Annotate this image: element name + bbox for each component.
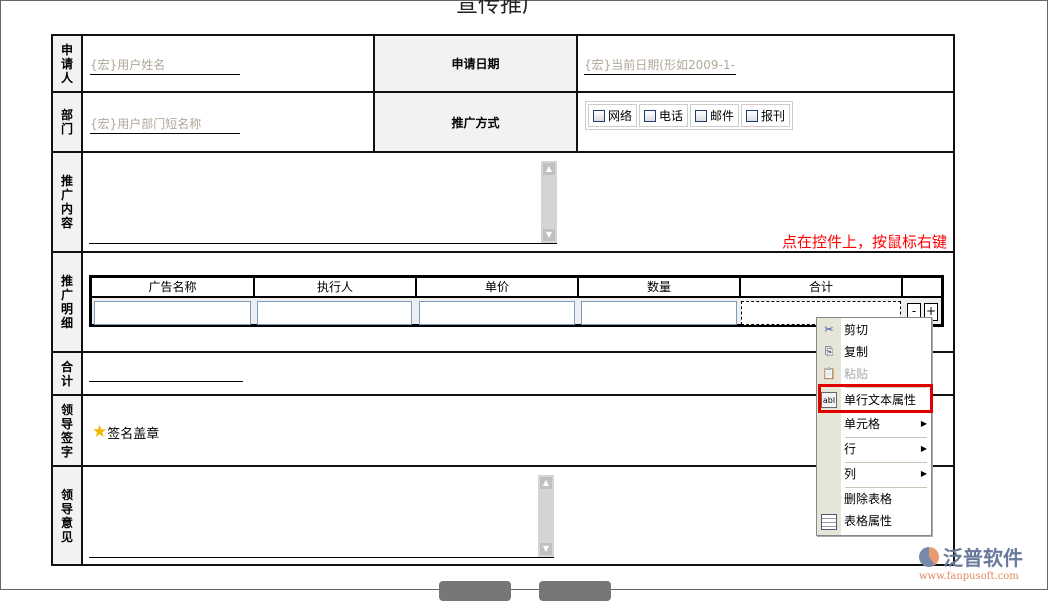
applicant-cell: {宏}用户姓名 [81,34,375,93]
star-icon: ★ [92,422,108,442]
copy-icon: ⎘ [824,345,834,358]
sign-label-cell: 领导签字 [51,394,83,467]
opinion-label-cell: 领导意见 [51,465,83,566]
applicant-label-cell: 申请人 [51,34,83,93]
menu-separator [845,462,927,463]
opinion-textarea[interactable]: ▲ ▼ [89,475,554,558]
column-header: 数量 [579,278,741,298]
menu-item-label: 列 [844,467,857,481]
quantity-input[interactable] [581,301,737,325]
column-header: 单价 [417,278,579,298]
content-label-cell: 推广内容 [51,151,83,253]
submenu-arrow-icon: ▶ [920,444,927,453]
total-label: 合计 [60,359,73,388]
method-checkbox-network[interactable]: 网络 [588,104,638,127]
table-icon [821,514,837,530]
column-header: 合计 [741,278,903,298]
content-textarea[interactable]: ▲ ▼ [89,161,557,244]
scissors-icon: ✂ [824,323,834,336]
ad-name-input[interactable] [94,301,251,325]
menu-separator [845,437,927,438]
logo-url: www.fanpusoft.com [919,571,1019,582]
checkbox-label: 网络 [608,109,633,123]
method-cell: 网络 电话 邮件 报刊 [576,91,955,153]
dept-cell: {宏}用户部门短名称 [81,91,375,153]
checkbox[interactable] [695,109,708,122]
unit-price-input[interactable] [419,301,575,325]
date-cell: {宏}当前日期(形如2009-1-1 [576,34,955,93]
submenu-arrow-icon: ▶ [920,419,927,428]
executor-input[interactable] [257,301,412,325]
scroll-down-icon[interactable]: ▼ [543,229,555,241]
scroll-up-icon[interactable]: ▲ [543,163,555,175]
checkbox-label: 电话 [659,109,684,123]
dept-label-cell: 部门 [51,91,83,153]
menu-item-cell[interactable]: 单元格 ▶ [844,414,929,434]
checkbox[interactable] [644,109,657,122]
content-label: 推广内容 [60,174,73,230]
checkbox[interactable] [593,109,605,122]
scroll-down-icon[interactable]: ▼ [540,543,552,555]
sign-label: 领导签字 [60,402,73,459]
method-checkbox-group: 网络 电话 邮件 报刊 [585,101,794,130]
logo: 泛普软件 www.fanpusoft.com [919,542,1044,582]
method-label: 推广方式 [451,115,500,130]
menu-item-label: 单元格 [844,417,881,431]
menu-item-paste[interactable]: 粘贴 [844,364,929,384]
opinion-label: 领导意见 [60,487,73,544]
dept-label: 部门 [60,108,73,136]
detail-label-cell: 推广明细 [51,251,83,353]
submenu-arrow-icon: ▶ [920,469,927,478]
date-label-cell: 申请日期 [373,34,578,93]
highlight-box [818,384,933,413]
column-header: 执行人 [255,278,417,298]
paste-icon: 📋 [822,367,836,380]
logo-icon [919,546,939,567]
method-label-cell: 推广方式 [373,91,578,153]
date-macro-field[interactable]: {宏}当前日期(形如2009-1-1 [584,56,736,75]
applicant-macro-field[interactable]: {宏}用户姓名 [90,56,240,75]
menu-item-row[interactable]: 行 ▶ [844,439,929,459]
menu-item-cut[interactable]: 剪切 [844,320,929,340]
scroll-up-icon[interactable]: ▲ [540,477,552,489]
context-menu: ✂ 剪切 ⎘ 复制 📋 粘贴 abl 单行文本属性 单元格 ▶ 行 ▶ 列 ▶ 删除表… [816,317,933,536]
method-checkbox-phone[interactable]: 电话 [639,104,689,127]
checkbox-label: 邮件 [710,109,735,123]
applicant-label: 申请人 [60,42,73,85]
sign-text: 签名盖章 [107,426,160,442]
date-label: 申请日期 [451,57,500,71]
bottom-button-2[interactable] [539,581,611,601]
total-label-cell: 合计 [51,351,83,396]
logo-name: 泛普软件 [943,546,1023,570]
column-header: 广告名称 [92,278,255,298]
dept-macro-field[interactable]: {宏}用户部门短名称 [90,115,240,134]
method-checkbox-mail[interactable]: 邮件 [690,104,740,127]
method-checkbox-press[interactable]: 报刊 [741,104,791,127]
scrollbar[interactable]: ▲ ▼ [538,475,554,557]
detail-label: 推广明细 [60,274,73,330]
bottom-button-1[interactable] [439,581,511,601]
checkbox-label: 报刊 [761,109,786,123]
checkbox[interactable] [746,109,759,122]
menu-item-table-properties[interactable]: 表格属性 [844,511,929,531]
menu-item-label: 行 [844,442,857,456]
column-header-empty [903,278,941,298]
menu-item-copy[interactable]: 复制 [844,342,929,362]
menu-item-column[interactable]: 列 ▶ [844,464,929,484]
form-title: 宣传推广 [456,0,545,18]
annotation-text: 点在控件上，按鼠标右键 [782,233,948,251]
scrollbar[interactable]: ▲ ▼ [541,161,557,243]
menu-separator [845,487,927,488]
total-field[interactable] [89,381,243,382]
menu-item-delete-table[interactable]: 删除表格 [844,489,929,509]
sign-stamp-button[interactable]: ★ 签名盖章 [92,422,159,442]
